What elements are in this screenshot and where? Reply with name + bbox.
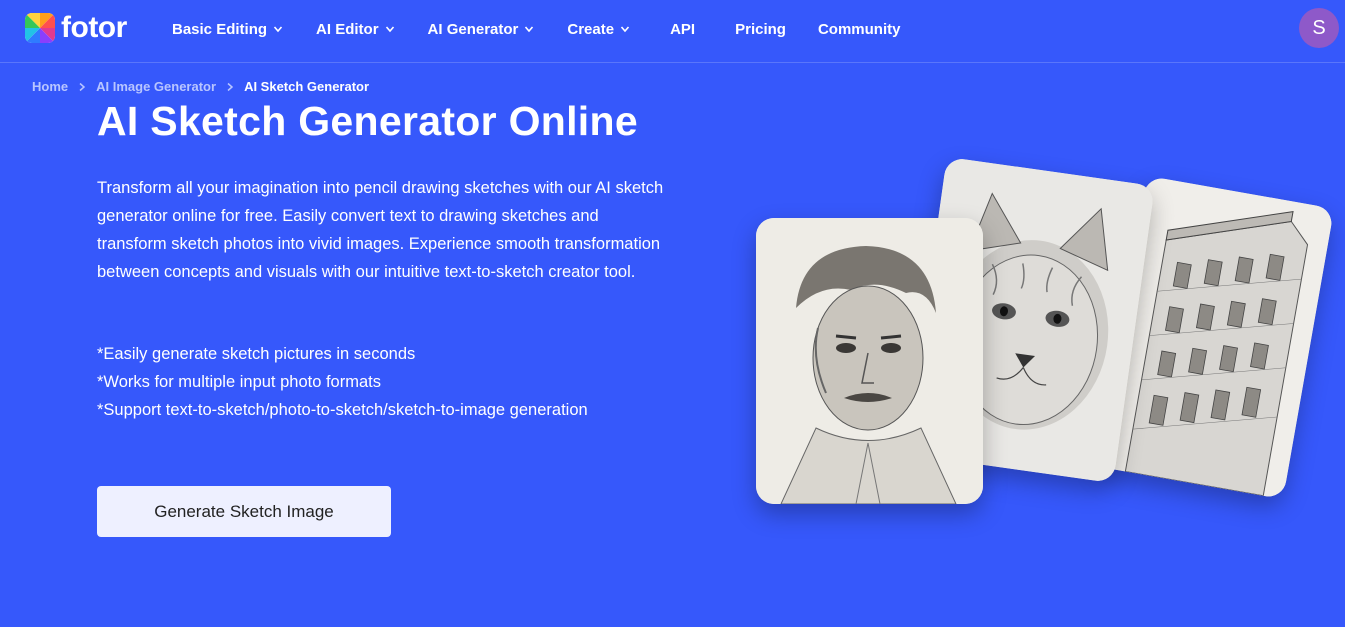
nav-item-pricing[interactable]: Pricing — [735, 21, 786, 38]
nav-item-label: AI Editor — [316, 20, 379, 38]
feature-item: *Works for multiple input photo formats — [97, 373, 381, 391]
nav-item-community[interactable]: Community — [818, 21, 901, 38]
top-navigation: fotor Basic Editing AI Editor AI Generat… — [0, 0, 1345, 58]
fotor-logo-icon — [25, 13, 55, 43]
fotor-logo[interactable]: fotor — [25, 13, 127, 43]
nav-item-label: AI Generator — [427, 20, 519, 38]
nav-item-label: Community — [817, 20, 901, 38]
nav-item-label: Pricing — [735, 20, 786, 38]
nav-item-api[interactable]: API — [670, 21, 695, 38]
nav-divider — [0, 62, 1345, 63]
chevron-down-icon — [620, 26, 630, 33]
chevron-down-icon — [385, 26, 394, 33]
chevron-right-icon — [227, 82, 234, 91]
chevron-right-icon — [79, 82, 86, 91]
nav-item-ai-generator[interactable]: AI Generator — [428, 21, 535, 38]
hero-description: Transform all your imagination into penc… — [97, 179, 664, 281]
feature-item: *Support text-to-sketch/photo-to-sketch/… — [97, 401, 588, 419]
nav-item-ai-editor[interactable]: AI Editor — [316, 21, 395, 38]
page-title: AI Sketch Generator Online — [97, 98, 638, 144]
portrait-sketch-image — [756, 218, 983, 504]
nav-item-basic-editing[interactable]: Basic Editing — [172, 21, 283, 38]
user-avatar[interactable]: S — [1299, 8, 1339, 48]
breadcrumb-current: AI Sketch Generator — [244, 79, 370, 94]
sketch-card-portrait — [756, 218, 983, 504]
breadcrumb-home[interactable]: Home — [32, 79, 68, 94]
generate-sketch-button[interactable]: Generate Sketch Image — [97, 486, 391, 537]
breadcrumb: Home AI Image Generator AI Sketch Genera… — [32, 79, 369, 94]
main-menu: Basic Editing AI Editor AI Generator Cre… — [172, 0, 900, 58]
feature-item: *Easily generate sketch pictures in seco… — [97, 345, 416, 363]
chevron-down-icon — [525, 26, 534, 33]
nav-item-label: API — [670, 20, 696, 38]
nav-item-create[interactable]: Create — [567, 21, 630, 38]
nav-item-label: Basic Editing — [172, 20, 268, 38]
brand-name: fotor — [61, 11, 127, 44]
chevron-down-icon — [273, 26, 283, 33]
feature-list: *Easily generate sketch pictures in seco… — [97, 340, 637, 424]
breadcrumb-ai-image-generator[interactable]: AI Image Generator — [96, 79, 216, 94]
nav-item-label: Create — [567, 20, 615, 38]
